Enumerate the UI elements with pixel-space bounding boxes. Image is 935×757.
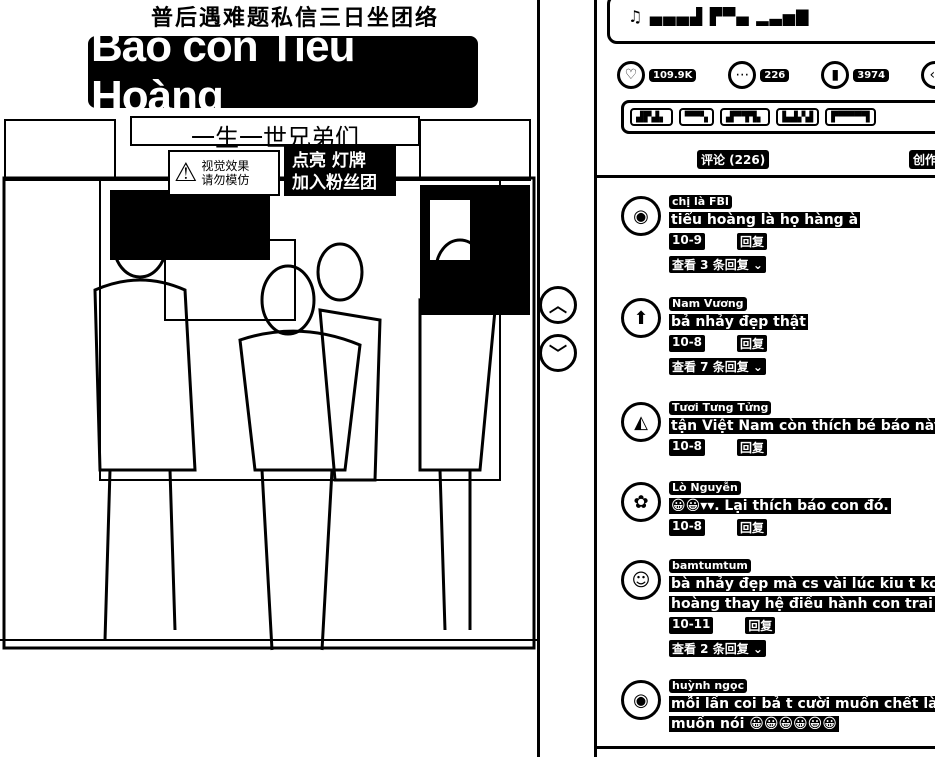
like-stat[interactable]: ♡ 109.9K	[617, 61, 697, 89]
reply-button[interactable]: 回复	[737, 439, 768, 456]
warning-triangle-icon: ⚠	[174, 158, 198, 188]
video-info-header: ♫ ▄▄▄▟ ▛▀▄ ▂▃▅▇ ♡ 109.9K ⋯ 226 ▮ 3974 ‹›…	[597, 0, 935, 178]
comment-text: tiểu hoàng là họ hàng à	[669, 212, 861, 228]
comment-item: ◭ Tươi Tưng Tửng tận Việt Nam còn thích …	[597, 396, 935, 476]
view-replies-link[interactable]: 查看 7 条回复 ⌄	[669, 358, 766, 375]
tag-item[interactable]: ▟▛▟▖	[630, 108, 673, 126]
user-avatar-icon[interactable]: ⬆	[621, 298, 661, 338]
tag-item[interactable]: ▙▟▞▟	[776, 108, 820, 126]
comment-text: tận Việt Nam còn thích bé báo này	[669, 418, 935, 434]
video-subtitle-sign: 一生一世兄弟们	[130, 116, 420, 152]
comment-text-continued: muốn nói 😀😀😀😀😀😀	[669, 716, 839, 732]
comment-date: 10-9	[669, 233, 706, 250]
user-avatar-icon[interactable]: ◉	[621, 196, 661, 236]
comment-count: 226	[760, 68, 790, 82]
comment-date: 10-8	[669, 439, 706, 456]
smiley-icon[interactable]: ☺	[621, 560, 661, 600]
like-count: 109.9K	[649, 68, 697, 82]
comment-date: 10-8	[669, 519, 706, 536]
embed-code-icon[interactable]: ‹›	[921, 61, 935, 89]
comment-author[interactable]: bamtumtum	[669, 559, 751, 573]
previous-video-button[interactable]: ︿	[539, 286, 577, 324]
fan-club-badge[interactable]: 点亮 灯牌 加入粉丝团	[284, 146, 396, 196]
tag-item[interactable]: ▟▀▜▜▖	[719, 108, 771, 126]
reply-button[interactable]: 回复	[737, 519, 768, 536]
chevron-up-icon: ︿	[549, 296, 567, 317]
comment-author[interactable]: Lò Nguyễn	[669, 481, 741, 495]
video-player[interactable]: 普后遇难题私信三日坐团络 Báo con Tiểu Hoàng 一生一世兄弟们 …	[0, 0, 540, 757]
warning-text: 视觉效果 请勿模仿	[201, 159, 250, 187]
comment-text: mỗi lần coi bả t cười muốn chết làm nhiề…	[669, 696, 935, 712]
chevron-down-icon: ﹀	[549, 344, 567, 365]
tab-comments[interactable]: 评论 (226)	[697, 150, 770, 169]
reply-button[interactable]: 回复	[737, 233, 768, 250]
comment-text-continued: hoàng thay hệ điều hành con trai rồi	[669, 596, 935, 612]
panel-bottom-divider	[597, 746, 935, 749]
comment-author[interactable]: huỳnh ngọc	[669, 679, 748, 693]
chevron-down-icon: ⌄	[752, 360, 763, 374]
side-panel: ♫ ▄▄▄▟ ▛▀▄ ▂▃▅▇ ♡ 109.9K ⋯ 226 ▮ 3974 ‹›…	[594, 0, 935, 757]
comment-text: bà nhảy đẹp mà cs vài lúc kiu t ko bik n…	[669, 576, 935, 592]
next-video-button[interactable]: ﹀	[539, 334, 577, 372]
comment-date: 10-8	[669, 335, 706, 352]
bookmark-icon: ▮	[821, 61, 850, 89]
author-card[interactable]: ♫ ▄▄▄▟ ▛▀▄ ▂▃▅▇	[607, 0, 935, 44]
author-line: ♫ ▄▄▄▟ ▛▀▄ ▂▃▅▇	[628, 7, 810, 26]
tag-item[interactable]: ▀▀▚	[678, 108, 714, 126]
tag-bar: ▟▛▟▖ ▀▀▚ ▟▀▜▜▖ ▙▟▞▟ ▛▀▀▀▜	[621, 100, 935, 134]
comment-author[interactable]: chị là FBI	[669, 195, 732, 209]
comment-item: ⬆ Nam Vương bả nhảy đẹp thật 10-8 回复 查看 …	[597, 292, 935, 396]
comment-item: ◉ huỳnh ngọc mỗi lần coi bả t cười muốn …	[597, 674, 935, 734]
heart-icon: ♡	[617, 61, 645, 89]
view-replies-link[interactable]: 查看 3 条回复 ⌄	[669, 256, 766, 273]
comment-author[interactable]: Nam Vương	[669, 297, 747, 311]
stats-row: ♡ 109.9K ⋯ 226 ▮ 3974 ‹› ▽	[617, 58, 935, 92]
chevron-down-icon: ⌄	[752, 258, 763, 272]
favorite-stat[interactable]: ▮ 3974	[821, 61, 890, 89]
warning-notice: ⚠ 视觉效果 请勿模仿	[168, 150, 280, 196]
comment-text: 😀😀▾▾. Lại thích báo con đó.	[669, 498, 891, 514]
comment-list: ◉ chị là FBI tiểu hoàng là họ hàng à 10-…	[597, 190, 935, 734]
tab-creator[interactable]: 创作	[909, 150, 935, 169]
video-title-banner: Báo con Tiểu Hoàng	[88, 22, 478, 121]
comment-item: ◉ chị là FBI tiểu hoàng là họ hàng à 10-…	[597, 190, 935, 292]
tag-item[interactable]: ▛▀▀▀▜	[825, 108, 876, 126]
comment-bubble-icon: ⋯	[728, 61, 757, 89]
chevron-down-icon: ⌄	[752, 642, 763, 656]
comment-stat[interactable]: ⋯ 226	[728, 61, 790, 89]
user-avatar-icon[interactable]: ✿	[621, 482, 661, 522]
comment-author[interactable]: Tươi Tưng Tửng	[669, 401, 772, 415]
reply-button[interactable]: 回复	[737, 335, 768, 352]
reply-button[interactable]: 回复	[745, 617, 776, 634]
comment-text: bả nhảy đẹp thật	[669, 314, 808, 330]
user-avatar-icon[interactable]: ◭	[621, 402, 661, 442]
favorite-count: 3974	[853, 68, 890, 82]
view-replies-link[interactable]: 查看 2 条回复 ⌄	[669, 640, 766, 657]
user-avatar-icon[interactable]: ◉	[621, 680, 661, 720]
comment-date: 10-11	[669, 617, 714, 634]
comment-item: ✿ Lò Nguyễn 😀😀▾▾. Lại thích báo con đó. …	[597, 476, 935, 554]
comment-item: ☺ bamtumtum bà nhảy đẹp mà cs vài lúc ki…	[597, 554, 935, 674]
